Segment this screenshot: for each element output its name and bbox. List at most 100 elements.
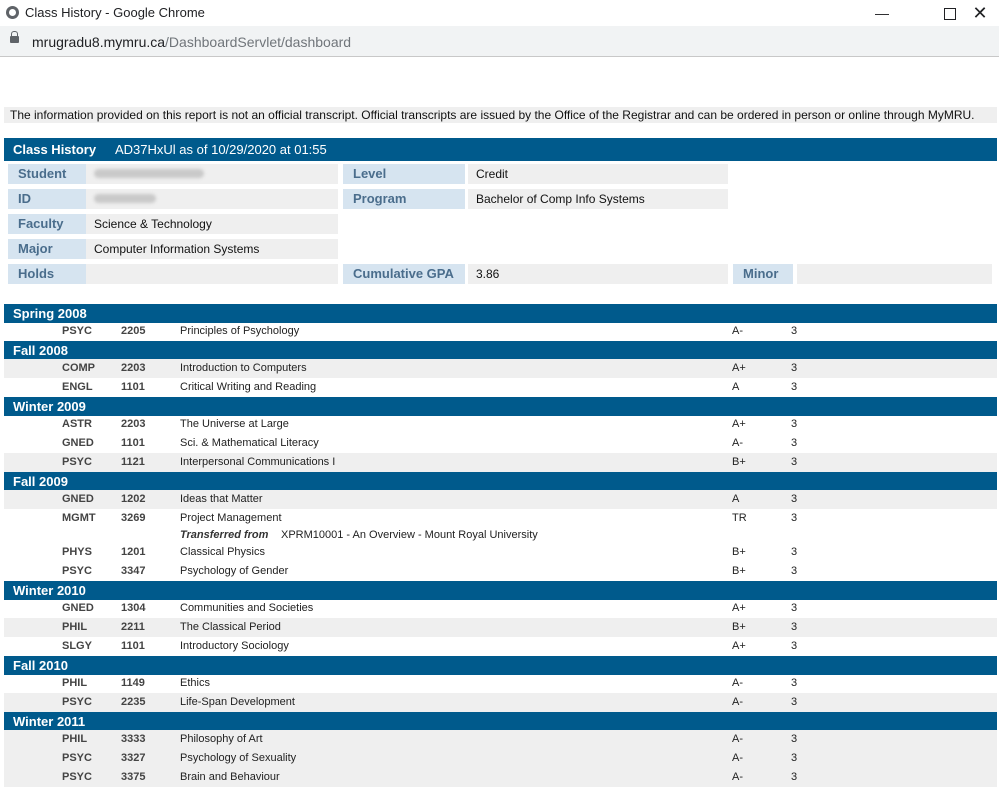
course-grade: A- <box>732 771 743 783</box>
course-number: 1121 <box>121 456 145 468</box>
course-number: 2205 <box>121 325 146 337</box>
course-credits: 3 <box>791 418 798 430</box>
course-subject: PSYC <box>62 752 92 764</box>
course-number: 2203 <box>121 418 146 430</box>
minor-value <box>797 264 992 284</box>
gpa-value: 3.86 <box>468 264 728 284</box>
course-credits: 3 <box>791 456 798 468</box>
course-subject: GNED <box>62 493 94 505</box>
course-grade: A+ <box>732 602 746 614</box>
course-row: ASTR 2203 The Universe at Large A+ 3 <box>4 415 997 434</box>
course-title: Psychology of Sexuality <box>180 752 297 764</box>
faculty-value: Science & Technology <box>86 214 338 234</box>
course-grade: A+ <box>732 640 746 652</box>
course-subject: COMP <box>62 362 95 374</box>
course-subject: SLGY <box>62 640 92 652</box>
course-number: 1149 <box>121 677 145 689</box>
minimize-button[interactable]: — <box>868 2 896 24</box>
transfer-source: XPRM10001 - An Overview - Mount Royal Un… <box>281 529 538 541</box>
course-row: PSYC 2235 Life-Span Development A- 3 <box>4 693 997 712</box>
page-title: Class History <box>13 142 97 157</box>
transfer-note: Transferred from XPRM10001 - An Overview… <box>4 527 997 544</box>
term-name: Winter 2010 <box>13 583 86 598</box>
term-name: Fall 2009 <box>13 474 68 489</box>
course-title: Introductory Sociology <box>180 640 289 652</box>
course-row: PSYC 3327 Psychology of Sexuality A- 3 <box>4 749 997 768</box>
course-credits: 3 <box>791 362 798 374</box>
course-title: Principles of Psychology <box>180 325 300 337</box>
course-grade: B+ <box>732 621 746 633</box>
id-redacted <box>94 194 156 203</box>
course-title: Project Management <box>180 512 282 524</box>
course-row: PHIL 2211 The Classical Period B+ 3 <box>4 618 997 637</box>
course-subject: PSYC <box>62 456 92 468</box>
course-subject: PSYC <box>62 565 92 577</box>
course-title: Psychology of Gender <box>180 565 289 577</box>
course-title: Brain and Behaviour <box>180 771 280 783</box>
course-subject: ENGL <box>62 381 93 393</box>
minor-label: Minor <box>733 264 793 284</box>
course-subject: PHIL <box>62 677 88 689</box>
course-number: 1304 <box>121 602 146 614</box>
course-number: 3375 <box>121 771 146 783</box>
holds-label: Holds <box>8 264 86 284</box>
course-title: Ethics <box>180 677 210 689</box>
as-of-text: AD37HxUl as of 10/29/2020 at 01:55 <box>115 142 327 157</box>
course-row: PSYC 2205 Principles of Psychology A- 3 <box>4 322 997 341</box>
course-row: MGMT 3269 Project Management TR 3 <box>4 509 997 528</box>
course-grade: A- <box>732 437 743 449</box>
course-title: Life-Span Development <box>180 696 295 708</box>
course-number: 2203 <box>121 362 146 374</box>
course-credits: 3 <box>791 752 798 764</box>
term-header: Fall 2009 <box>4 472 997 491</box>
course-number: 1101 <box>121 640 145 652</box>
faculty-label: Faculty <box>8 214 86 234</box>
major-label: Major <box>8 239 86 259</box>
transfer-label: Transferred from <box>180 529 269 541</box>
course-number: 2235 <box>121 696 146 708</box>
course-number: 1101 <box>121 437 145 449</box>
course-row: GNED 1101 Sci. & Mathematical Literacy A… <box>4 434 997 453</box>
course-credits: 3 <box>791 640 798 652</box>
course-credits: 3 <box>791 565 798 577</box>
course-subject: PSYC <box>62 325 92 337</box>
major-value: Computer Information Systems <box>86 239 338 259</box>
term-header: Winter 2011 <box>4 712 997 731</box>
course-number: 3327 <box>121 752 146 764</box>
course-title: Introduction to Computers <box>180 362 307 374</box>
course-grade: B+ <box>732 565 746 577</box>
course-grade: A- <box>732 696 743 708</box>
course-row: ENGL 1101 Critical Writing and Reading A… <box>4 378 997 397</box>
term-header: Spring 2008 <box>4 304 997 323</box>
course-credits: 3 <box>791 437 798 449</box>
course-subject: MGMT <box>62 512 96 524</box>
disclaimer-text: The information provided on this report … <box>4 107 997 123</box>
holds-value <box>86 264 338 284</box>
term-name: Spring 2008 <box>13 306 87 321</box>
course-number: 3269 <box>121 512 146 524</box>
level-value: Credit <box>468 164 728 184</box>
course-grade: TR <box>732 512 747 524</box>
course-row: PHIL 1149 Ethics A- 3 <box>4 674 997 693</box>
program-label: Program <box>343 189 465 209</box>
maximize-button[interactable] <box>936 2 964 24</box>
course-row: PSYC 3347 Psychology of Gender B+ 3 <box>4 562 997 581</box>
url-text[interactable]: mrugradu8.mymru.ca/DashboardServlet/dash… <box>32 34 351 50</box>
term-header: Winter 2009 <box>4 397 997 416</box>
course-grade: A <box>732 493 740 505</box>
course-credits: 3 <box>791 677 798 689</box>
course-number: 3333 <box>121 733 146 745</box>
course-number: 1201 <box>121 546 146 558</box>
course-subject: ASTR <box>62 418 92 430</box>
course-number: 1202 <box>121 493 146 505</box>
course-row: GNED 1202 Ideas that Matter A 3 <box>4 490 997 509</box>
course-row: PHIL 3333 Philosophy of Art A- 3 <box>4 730 997 749</box>
level-label: Level <box>343 164 465 184</box>
term-header: Fall 2008 <box>4 341 997 360</box>
course-credits: 3 <box>791 325 798 337</box>
close-button[interactable]: ✕ <box>966 2 994 24</box>
term-header: Fall 2010 <box>4 656 997 675</box>
address-bar[interactable]: mrugradu8.mymru.ca/DashboardServlet/dash… <box>0 26 999 57</box>
lock-icon <box>10 31 19 43</box>
course-subject: PSYC <box>62 696 92 708</box>
